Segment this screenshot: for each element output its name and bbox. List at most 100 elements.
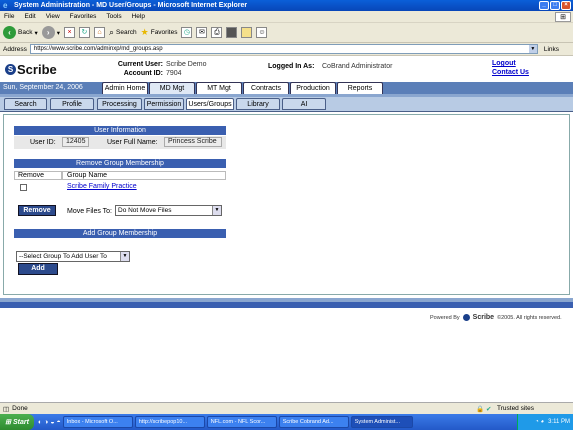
user-id-field: 12405 (62, 137, 89, 147)
task-scribe-cobrand[interactable]: Scribe Cobrand Ad... (278, 416, 349, 428)
tray-icons[interactable]: ◔ ◕ (535, 419, 544, 425)
move-files-label: Move Files To: (67, 208, 112, 215)
sub-tab-divider (0, 111, 573, 112)
refresh-icon[interactable]: ↻ (78, 27, 90, 38)
links-button[interactable]: Links (544, 46, 559, 53)
back-arrow-icon: ‹ (3, 26, 16, 39)
taskbar: ⊞ Start ◐ ◑ ◒ ◓ Inbox - Microsoft O... h… (0, 414, 573, 430)
add-group-header: Add Group Membership (14, 229, 226, 238)
user-id-label: User ID: (30, 139, 56, 146)
clock: 3:11 PM (548, 419, 570, 425)
trusted-sites-icon: ✔ (486, 406, 492, 413)
group-name-column-header: Group Name (62, 171, 226, 180)
menu-edit[interactable]: Edit (24, 13, 35, 20)
menu-tools[interactable]: Tools (106, 13, 121, 20)
favorites-button[interactable]: ★ Favorites (141, 27, 178, 38)
task-nfl[interactable]: NFL.com - NFL Scor... (206, 416, 277, 428)
account-id-label: Account ID: (123, 70, 163, 77)
scribe-logo: S Scribe (5, 62, 57, 77)
tab-admin-home[interactable]: Admin Home (102, 82, 148, 94)
tab-users-groups[interactable]: Users/Groups (186, 98, 234, 110)
current-user-value: Scribe Demo (166, 61, 207, 68)
scribe-logo-icon: S (5, 64, 16, 75)
menu-help[interactable]: Help (132, 13, 145, 20)
powered-by: Powered By Scribe ©2005. All rights rese… (430, 314, 562, 321)
tab-md-mgt[interactable]: MD Mgt (149, 82, 195, 94)
tab-reports[interactable]: Reports (337, 82, 383, 94)
folder-icon[interactable] (241, 27, 253, 38)
title-bar: e System Administration - MD User/Groups… (0, 0, 573, 11)
user-full-name-label: User Full Name: (107, 139, 158, 146)
tab-permission[interactable]: Permission (144, 98, 184, 110)
back-button[interactable]: ‹ Back ▾ (3, 26, 38, 39)
scribe-small-logo-icon (462, 314, 470, 321)
forward-arrow-icon: › (41, 26, 55, 39)
quick-launch-icons[interactable]: ◐ ◑ ◒ ◓ (38, 419, 61, 426)
chevron-down-icon: ▼ (212, 206, 221, 215)
home-icon[interactable]: ⌂ (93, 27, 105, 38)
logout-link[interactable]: Logout (492, 60, 516, 67)
close-button[interactable]: × (561, 1, 571, 10)
forward-button[interactable]: › ▾ (41, 26, 60, 39)
stop-icon[interactable]: × (63, 27, 75, 38)
status-bar: ◫ Done 🔒 ✔ Trusted sites (0, 402, 573, 414)
task-scribepop[interactable]: http://scribepop10... (134, 416, 205, 428)
user-full-name-field: Princess Scribe (164, 137, 222, 147)
search-icon: ⌕ (108, 27, 115, 37)
print-icon[interactable]: ⎙ (211, 27, 223, 38)
remove-group-header: Remove Group Membership (14, 159, 226, 168)
task-system-admin[interactable]: System Administ... (350, 416, 413, 428)
address-label: Address (3, 45, 27, 53)
maximize-button[interactable]: □ (550, 1, 560, 10)
menu-favorites[interactable]: Favorites (70, 13, 97, 20)
star-icon: ★ (140, 27, 149, 37)
task-inbox[interactable]: Inbox - Microsoft O... (62, 416, 133, 428)
logged-in-label: Logged In As: (268, 63, 315, 70)
current-date: Sun, September 24, 2006 (3, 84, 83, 91)
menu-view[interactable]: View (46, 13, 60, 20)
tab-profile[interactable]: Profile (50, 98, 94, 110)
remove-group-checkbox[interactable] (20, 184, 27, 191)
contact-us-link[interactable]: Contact Us (492, 69, 529, 76)
address-bar: Address https://www.scribe.com/adminxp/m… (0, 43, 573, 56)
tab-mt-mgt[interactable]: MT Mgt (196, 82, 242, 94)
chevron-down-icon: ▼ (120, 252, 129, 261)
tab-library[interactable]: Library (236, 98, 280, 110)
menu-bar: File Edit View Favorites Tools Help ⊞ (0, 11, 573, 23)
start-button[interactable]: ⊞ Start (0, 414, 34, 430)
group-link[interactable]: Scribe Family Practice (67, 183, 137, 190)
windows-logo-icon: ⊞ (555, 12, 571, 22)
address-input[interactable]: https://www.scribe.com/adminxp/md_groups… (29, 44, 538, 54)
tab-ai[interactable]: AI (282, 98, 326, 110)
tab-search[interactable]: Search (4, 98, 47, 110)
ie-icon: e (3, 0, 8, 10)
address-dropdown-icon[interactable]: ▼ (528, 45, 537, 53)
security-zone: Trusted sites (497, 405, 534, 412)
status-text: Done (12, 405, 28, 412)
windows-flag-icon: ⊞ (5, 419, 11, 426)
lock-icon: 🔒 (476, 406, 485, 413)
account-id-value: 7904 (166, 70, 182, 77)
tab-processing[interactable]: Processing (97, 98, 142, 110)
current-user-label: Current User: (117, 61, 163, 68)
remove-column-header: Remove (14, 171, 62, 180)
toolbar: ‹ Back ▾ › ▾ × ↻ ⌂ ⌕ Search ★ Favorites ◷ … (0, 23, 573, 43)
tab-contracts[interactable]: Contracts (243, 82, 289, 94)
footer-strip-dark (0, 302, 573, 308)
mail-icon[interactable]: ✉ (196, 27, 208, 38)
system-tray: ◔ ◕ 3:11 PM (517, 414, 573, 430)
add-group-select[interactable]: --Select Group To Add User To ▼ (16, 251, 130, 262)
move-files-select[interactable]: Do Not Move Files ▼ (115, 205, 222, 216)
remove-button[interactable]: Remove (18, 205, 56, 216)
page-done-icon: ◫ (3, 405, 10, 413)
user-info-header: User Information (14, 126, 226, 135)
tab-production[interactable]: Production (290, 82, 336, 94)
add-button[interactable]: Add (18, 263, 58, 275)
history-icon[interactable]: ◷ (181, 27, 193, 38)
search-button[interactable]: ⌕ Search (109, 27, 137, 38)
window-title: System Administration - MD User/Groups -… (14, 2, 248, 9)
messenger-icon[interactable]: ☺ (256, 27, 268, 38)
minimize-button[interactable]: _ (539, 1, 549, 10)
edit-icon[interactable] (226, 27, 238, 38)
menu-file[interactable]: File (4, 13, 14, 20)
